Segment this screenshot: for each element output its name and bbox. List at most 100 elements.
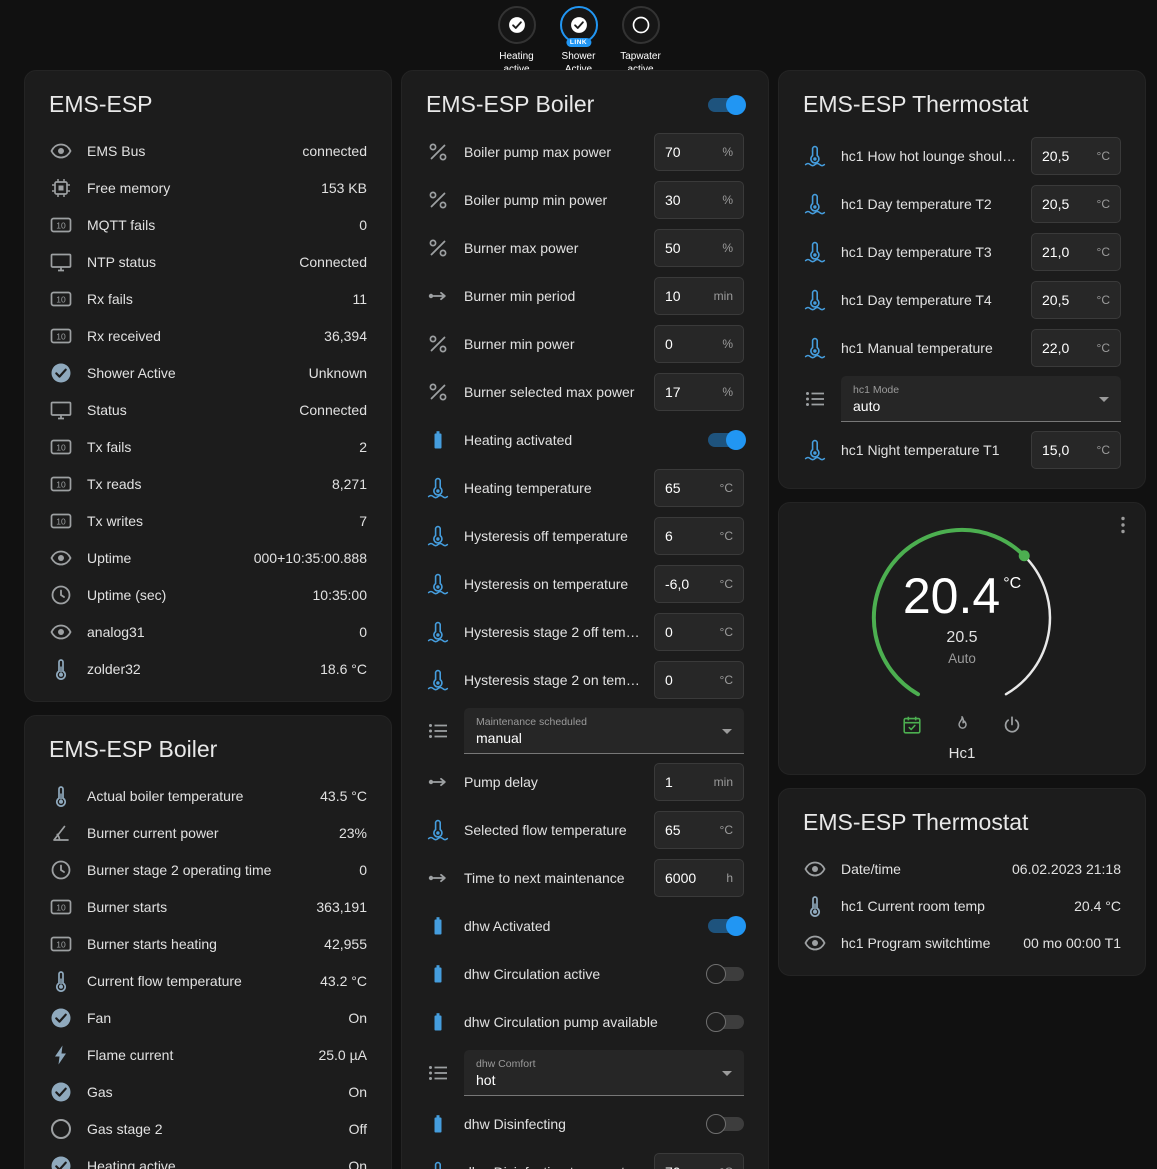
percent-icon — [426, 140, 450, 164]
entity-row[interactable]: zolder3218.6 °C — [41, 650, 375, 687]
number-input[interactable]: 10min — [654, 277, 744, 315]
entity-row: Maintenance scheduledmanual — [418, 704, 752, 758]
toggle-switch[interactable] — [708, 433, 744, 447]
entity-row[interactable]: 10Tx fails2 — [41, 428, 375, 465]
entity-row[interactable]: Date/time06.02.2023 21:18 — [795, 850, 1129, 887]
number-input[interactable]: 30% — [654, 181, 744, 219]
entity-value: 000+10:35:00.888 — [254, 550, 367, 566]
number-input[interactable]: 70°C — [654, 1153, 744, 1169]
number-input[interactable]: 50% — [654, 229, 744, 267]
number-input[interactable]: 0°C — [654, 661, 744, 699]
number-input[interactable]: 65°C — [654, 469, 744, 507]
entity-row: dhw Circulation pump available — [418, 998, 752, 1046]
number-input[interactable]: 65°C — [654, 811, 744, 849]
toggle-thumb — [706, 1114, 726, 1134]
circle-outline-icon — [631, 15, 651, 35]
more-options-icon[interactable] — [1111, 513, 1135, 537]
entity-row[interactable]: 10Tx writes7 — [41, 502, 375, 539]
card-header: EMS-ESP Boiler — [418, 83, 752, 128]
entity-row[interactable]: Actual boiler temperature43.5 °C — [41, 777, 375, 814]
setpoint-handle[interactable] — [1019, 550, 1030, 561]
number-input[interactable]: 0% — [654, 325, 744, 363]
entity-value: connected — [302, 143, 367, 159]
card-columns: EMS-ESP EMS BusconnectedFree memory153 K… — [0, 70, 1157, 1169]
entity-row[interactable]: 10Rx fails11 — [41, 280, 375, 317]
entity-label: hc1 Day temperature T4 — [841, 292, 1031, 308]
number-unit: % — [722, 337, 733, 351]
water-thermometer-icon — [426, 572, 450, 596]
number-value: 6 — [665, 528, 673, 544]
card-title: EMS-ESP Thermostat — [795, 801, 1129, 850]
entity-row[interactable]: StatusConnected — [41, 391, 375, 428]
number-input[interactable]: 70% — [654, 133, 744, 171]
number-input[interactable]: 6°C — [654, 517, 744, 555]
ray-arrow-icon — [426, 770, 450, 794]
number-input[interactable]: 6000h — [654, 859, 744, 897]
select-input[interactable]: Maintenance scheduledmanual — [464, 708, 744, 754]
badge-heating-active[interactable]: Heating active — [488, 6, 546, 76]
entity-row[interactable]: Burner stage 2 operating time0 — [41, 851, 375, 888]
number-input[interactable]: 20,5°C — [1031, 137, 1121, 175]
card-master-toggle[interactable] — [708, 98, 744, 112]
entity-row[interactable]: 10Tx reads8,271 — [41, 465, 375, 502]
number-input[interactable]: 15,0°C — [1031, 431, 1121, 469]
toggle-switch[interactable] — [708, 1015, 744, 1029]
entity-row: Hysteresis stage 2 on temp…0°C — [418, 656, 752, 704]
entity-row[interactable]: Uptime (sec)10:35:00 — [41, 576, 375, 613]
entity-row[interactable]: Flame current25.0 µA — [41, 1036, 375, 1073]
number-input[interactable]: 17% — [654, 373, 744, 411]
water-thermometer-icon — [426, 668, 450, 692]
entity-label: hc1 Night temperature T1 — [841, 442, 1031, 458]
number-input[interactable]: 1min — [654, 763, 744, 801]
entity-row[interactable]: GasOn — [41, 1073, 375, 1110]
badge-tapwater-active[interactable]: Tapwater active — [612, 6, 670, 76]
power-icon[interactable] — [1001, 714, 1023, 736]
entity-row[interactable]: Heating activeOn — [41, 1147, 375, 1169]
entity-value: 25.0 µA — [318, 1047, 367, 1063]
entity-row[interactable]: FanOn — [41, 999, 375, 1036]
entity-row[interactable]: Burner current power23% — [41, 814, 375, 851]
select-input[interactable]: dhw Comforthot — [464, 1050, 744, 1096]
number-input[interactable]: 0°C — [654, 613, 744, 651]
number-input[interactable]: 20,5°C — [1031, 185, 1121, 223]
card-title: EMS-ESP — [41, 83, 375, 132]
entity-row[interactable]: hc1 Current room temp20.4 °C — [795, 887, 1129, 924]
entity-row[interactable]: Current flow temperature43.2 °C — [41, 962, 375, 999]
badge-shower-active[interactable]: LINKShower Active — [550, 6, 608, 76]
fire-icon[interactable] — [951, 714, 973, 736]
toggle-switch[interactable] — [708, 1117, 744, 1131]
thermostat-gauge[interactable]: 20.4°C 20.5 Auto — [852, 521, 1072, 714]
number-input[interactable]: 20,5°C — [1031, 281, 1121, 319]
number-value: 70 — [665, 144, 681, 160]
calendar-check-icon[interactable] — [901, 714, 923, 736]
circle-outline-icon — [49, 1117, 73, 1141]
entity-row[interactable]: analog310 — [41, 613, 375, 650]
entity-row[interactable]: Uptime000+10:35:00.888 — [41, 539, 375, 576]
list-icon — [803, 387, 827, 411]
entity-row[interactable]: EMS Busconnected — [41, 132, 375, 169]
select-input[interactable]: hc1 Modeauto — [841, 376, 1121, 422]
number-value: 70 — [665, 1164, 681, 1169]
entity-row[interactable]: 10Burner starts363,191 — [41, 888, 375, 925]
entity-row: hc1 How hot lounge should…20,5°C — [795, 132, 1129, 180]
entity-row[interactable]: hc1 Program switchtime00 mo 00:00 T1 — [795, 924, 1129, 961]
eye-icon — [49, 139, 73, 163]
number-input[interactable]: 22,0°C — [1031, 329, 1121, 367]
entity-row[interactable]: 10Burner starts heating42,955 — [41, 925, 375, 962]
number-unit: °C — [720, 673, 733, 687]
counter-icon: 10 — [49, 509, 73, 533]
entity-row[interactable]: 10MQTT fails0 — [41, 206, 375, 243]
entity-row[interactable]: Free memory153 KB — [41, 169, 375, 206]
entity-row: Hysteresis off temperature6°C — [418, 512, 752, 560]
entity-label: Hysteresis stage 2 off temp… — [464, 624, 654, 640]
counter-icon: 10 — [49, 472, 73, 496]
number-input[interactable]: -6,0°C — [654, 565, 744, 603]
entity-row[interactable]: Shower ActiveUnknown — [41, 354, 375, 391]
toggle-switch[interactable] — [708, 919, 744, 933]
battery-icon — [426, 428, 450, 452]
entity-row[interactable]: Gas stage 2Off — [41, 1110, 375, 1147]
entity-row[interactable]: 10Rx received36,394 — [41, 317, 375, 354]
entity-row[interactable]: NTP statusConnected — [41, 243, 375, 280]
toggle-switch[interactable] — [708, 967, 744, 981]
number-input[interactable]: 21,0°C — [1031, 233, 1121, 271]
